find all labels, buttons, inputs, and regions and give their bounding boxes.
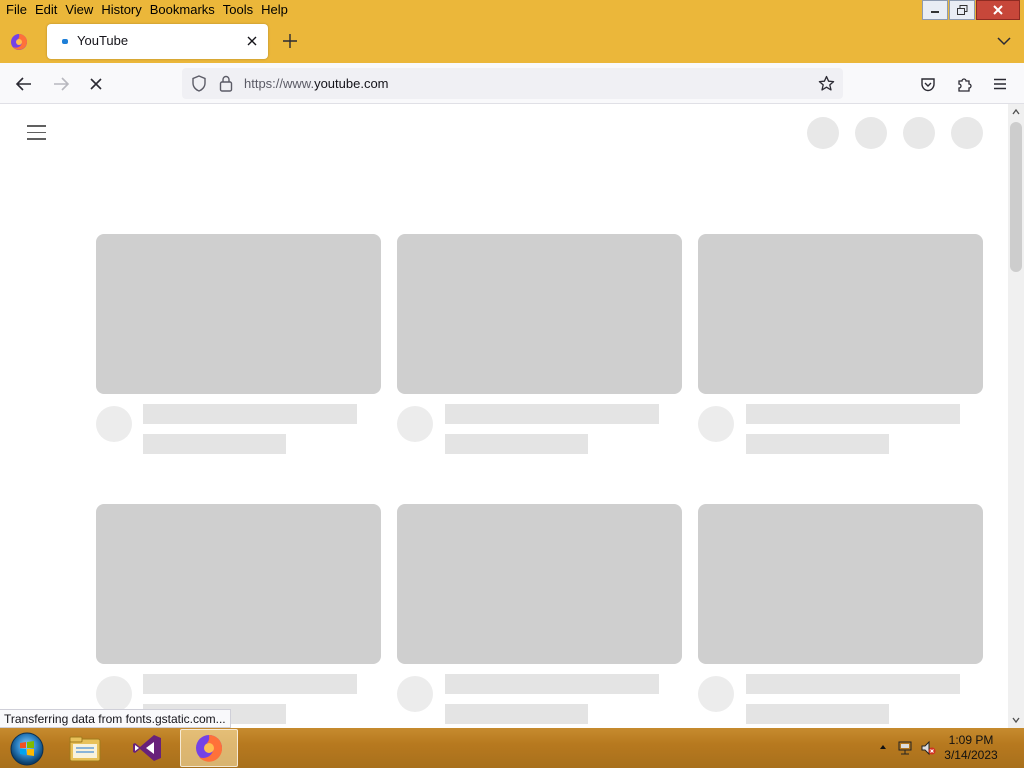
menu-bookmarks[interactable]: Bookmarks <box>148 0 221 20</box>
plus-icon[interactable] <box>281 32 299 50</box>
star-icon[interactable] <box>818 75 835 92</box>
chevron-up-icon[interactable] <box>879 744 887 750</box>
pocket-button[interactable] <box>917 73 939 95</box>
taskbar-visual-studio[interactable] <box>118 729 176 767</box>
title-placeholder <box>143 404 357 424</box>
back-button[interactable] <box>13 73 35 95</box>
meta-placeholder <box>746 704 889 724</box>
file-explorer-icon <box>69 736 101 762</box>
taskbar-firefox[interactable] <box>180 729 238 767</box>
header-placeholder-circle <box>903 117 935 149</box>
url-bar[interactable]: https://www.youtube.com <box>182 68 843 99</box>
channel-avatar-placeholder <box>698 406 734 442</box>
status-panel: Transferring data from fonts.gstatic.com… <box>0 709 231 728</box>
video-thumbnail-placeholder <box>96 234 381 394</box>
title-placeholder <box>143 674 357 694</box>
stop-button[interactable] <box>85 73 107 95</box>
vertical-scrollbar[interactable] <box>1008 104 1024 728</box>
menu-history[interactable]: History <box>99 0 147 20</box>
meta-placeholder <box>143 434 286 454</box>
channel-avatar-placeholder <box>96 676 132 712</box>
taskbar-file-explorer[interactable] <box>56 729 114 767</box>
url-text[interactable]: https://www.youtube.com <box>244 76 389 91</box>
hamburger-icon <box>994 78 1006 90</box>
clock-date: 3/14/2023 <box>944 748 998 762</box>
app-menu-button[interactable] <box>989 73 1011 95</box>
title-placeholder <box>445 674 659 694</box>
video-thumbnail-placeholder <box>397 504 682 664</box>
arrow-left-icon <box>15 77 31 91</box>
menu-tools[interactable]: Tools <box>221 0 259 20</box>
stop-icon <box>90 78 102 90</box>
firefox-icon <box>196 735 223 762</box>
clock-time: 1:09 PM <box>948 733 994 747</box>
minimize-icon <box>931 11 939 13</box>
minimize-button[interactable] <box>922 0 948 20</box>
menu-file[interactable]: File <box>4 0 33 20</box>
shield-icon[interactable] <box>191 75 207 92</box>
video-thumbnail-placeholder <box>698 234 983 394</box>
meta-placeholder <box>746 434 889 454</box>
video-thumbnail-placeholder <box>397 234 682 394</box>
arrow-right-icon <box>54 77 70 91</box>
tab-youtube[interactable]: YouTube <box>47 24 268 59</box>
scroll-up-icon[interactable] <box>1012 108 1020 116</box>
title-placeholder <box>445 404 659 424</box>
close-icon[interactable] <box>244 33 260 49</box>
forward-button[interactable] <box>50 73 72 95</box>
puzzle-icon <box>957 77 972 92</box>
lock-icon[interactable] <box>219 75 233 92</box>
window-controls <box>922 0 1024 20</box>
meta-placeholder <box>445 704 588 724</box>
header-placeholder-circle <box>855 117 887 149</box>
channel-avatar-placeholder <box>96 406 132 442</box>
channel-avatar-placeholder <box>397 406 433 442</box>
menu-help[interactable]: Help <box>259 0 294 20</box>
channel-avatar-placeholder <box>698 676 734 712</box>
tab-strip: YouTube <box>0 20 1024 63</box>
channel-avatar-placeholder <box>397 676 433 712</box>
header-placeholder-circle <box>807 117 839 149</box>
browser-titlebar: File Edit View History Bookmarks Tools H… <box>0 0 1024 63</box>
pocket-icon <box>921 77 935 91</box>
header-placeholder-circle <box>951 117 983 149</box>
meta-placeholder <box>445 434 588 454</box>
youtube-loading-icon <box>62 39 68 44</box>
menu-view[interactable]: View <box>63 0 99 20</box>
taskbar-clock[interactable]: 1:09 PM 3/14/2023 <box>936 733 1006 763</box>
video-thumbnail-placeholder <box>698 504 983 664</box>
scrollbar-thumb[interactable] <box>1010 122 1022 272</box>
tab-title: YouTube <box>77 33 129 48</box>
page-content <box>0 104 1008 728</box>
firefox-app-menu-icon[interactable] <box>10 33 28 51</box>
restore-icon <box>956 5 967 15</box>
video-thumbnail-placeholder <box>96 504 381 664</box>
chevron-down-icon[interactable] <box>996 34 1012 48</box>
title-placeholder <box>746 674 960 694</box>
title-placeholder <box>746 404 960 424</box>
extensions-button[interactable] <box>953 73 975 95</box>
taskbar: 1:09 PM 3/14/2023 <box>0 728 1024 768</box>
hamburger-icon[interactable] <box>27 125 46 140</box>
menu-edit[interactable]: Edit <box>33 0 63 20</box>
network-icon[interactable] <box>897 740 913 756</box>
menu-bar: File Edit View History Bookmarks Tools H… <box>0 0 294 20</box>
windows-start-orb-icon[interactable] <box>7 730 47 766</box>
scroll-down-icon[interactable] <box>1012 716 1020 724</box>
close-window-button[interactable] <box>976 0 1020 20</box>
visual-studio-icon <box>133 735 161 761</box>
url-prefix: https://www. <box>244 76 315 91</box>
url-host: youtube.com <box>314 76 389 91</box>
volume-muted-icon[interactable] <box>920 740 936 756</box>
navigation-toolbar: https://www.youtube.com <box>0 63 1024 104</box>
close-icon <box>993 5 1003 15</box>
restore-button[interactable] <box>949 0 975 20</box>
